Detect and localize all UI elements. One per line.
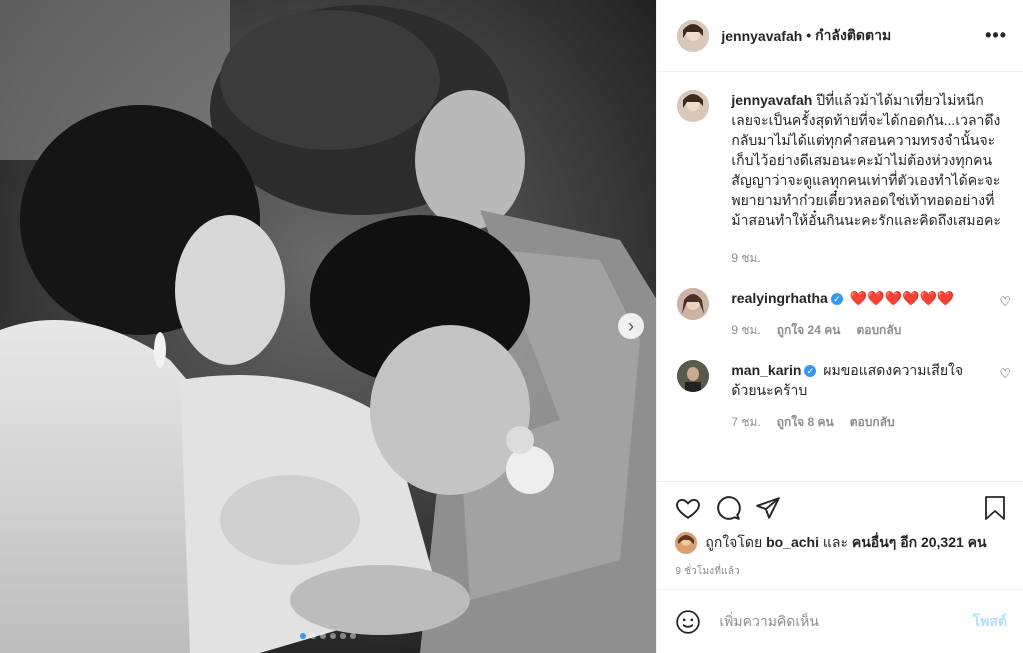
post-side-panel: jennyavafah • กำลังติดตาม ••• jennyavafa… [656, 0, 1023, 653]
post-time-ago[interactable]: 9 ชั่วโมงที่แล้ว [675, 564, 1007, 579]
carousel-next-button[interactable]: › [618, 313, 644, 339]
carousel-dots [0, 633, 656, 639]
comment-likes[interactable]: ถูกใจ 8 คน [777, 412, 834, 432]
post-photo[interactable]: › [0, 0, 657, 653]
carousel-dot [330, 633, 337, 639]
comment-username[interactable]: man_karin [731, 362, 801, 378]
comment-meta: 9 ชม. ถูกใจ 24 คน ตอบกลับ [731, 320, 971, 340]
comment-input[interactable]: เพิ่มความคิดเห็น [719, 611, 972, 633]
comment-text: ❤️❤️❤️❤️❤️❤️ [849, 290, 955, 306]
post-caption: jennyavafah ปีที่แล้วม้าได้มาเที่ยวไม่หน… [677, 90, 1003, 268]
action-icons [675, 492, 1007, 524]
liked-by-others[interactable]: คนอื่นๆ อีก 20,321 คน [852, 534, 987, 550]
comment-time: 9 ชม. [731, 323, 761, 337]
comment-body: realyingrhatha ✓ ❤️❤️❤️❤️❤️❤️ 9 ชม. ถูกใจ… [731, 288, 971, 340]
comment-item: man_karin ✓ ผมขอแสดงความเสียใจด้วยนะคร้าบ… [677, 360, 1011, 432]
commenter-avatar[interactable] [677, 360, 710, 392]
liked-by-prefix: ถูกใจโดย [705, 534, 763, 550]
comments-list: jennyavafah ปีที่แล้วม้าได้มาเที่ยวไม่หน… [657, 72, 1023, 481]
author-avatar[interactable] [677, 19, 710, 52]
liked-by: ถูกใจโดย bo_achi และ คนอื่นๆ อีก 20,321 … [675, 532, 1007, 554]
comment-item: realyingrhatha ✓ ❤️❤️❤️❤️❤️❤️ 9 ชม. ถูกใจ… [677, 288, 1011, 340]
emoji-icon[interactable] [675, 609, 701, 635]
comment-meta: 7 ชม. ถูกใจ 8 คน ตอบกลับ [731, 412, 971, 432]
comment-icon[interactable] [715, 495, 742, 521]
comment-likes[interactable]: ถูกใจ 24 คน [777, 320, 841, 340]
verified-badge-icon: ✓ [804, 365, 817, 378]
caption-body: jennyavafah ปีที่แล้วม้าได้มาเที่ยวไม่หน… [731, 90, 1003, 268]
photo-image [0, 0, 657, 653]
carousel-dot [340, 633, 347, 639]
commenter-avatar[interactable] [677, 288, 710, 320]
caption-text: ปีที่แล้วม้าได้มาเที่ยวไม่หนีก เลยจะเป็น… [731, 92, 1001, 228]
heart-icon[interactable] [675, 495, 701, 521]
liker-avatar[interactable] [675, 532, 698, 554]
instagram-post-view: › jennyavafah • กำลังติดตาม ••• jennyava… [0, 0, 1023, 653]
caption-time: 9 ชม. [731, 251, 761, 265]
carousel-dot [300, 633, 307, 639]
chevron-right-icon: › [628, 315, 634, 336]
follow-status[interactable]: • กำลังติดตาม [806, 25, 891, 47]
carousel-dot [350, 633, 357, 639]
comment-time: 7 ชม. [731, 415, 761, 429]
more-horizontal-icon[interactable]: ••• [985, 25, 1007, 46]
carousel-dot [310, 633, 317, 639]
verified-badge-icon: ✓ [830, 293, 843, 306]
post-comment-button[interactable]: โพสต์ [973, 611, 1007, 633]
liked-by-user[interactable]: bo_achi [766, 534, 819, 550]
carousel-dot [320, 633, 327, 639]
caption-username[interactable]: jennyavafah [731, 92, 812, 108]
share-icon[interactable] [755, 495, 781, 521]
comment-username[interactable]: realyingrhatha [731, 290, 827, 306]
liked-by-text: ถูกใจโดย bo_achi และ คนอื่นๆ อีก 20,321 … [705, 532, 986, 554]
post-header: jennyavafah • กำลังติดตาม ••• [657, 0, 1023, 72]
reply-button[interactable]: ตอบกลับ [856, 320, 901, 340]
post-actions: ถูกใจโดย bo_achi และ คนอื่นๆ อีก 20,321 … [657, 481, 1023, 589]
bookmark-icon[interactable] [983, 495, 1007, 521]
add-comment-bar: เพิ่มความคิดเห็น โพสต์ [657, 589, 1023, 653]
comment-body: man_karin ✓ ผมขอแสดงความเสียใจด้วยนะคร้าบ… [731, 360, 971, 432]
liked-by-and: และ [822, 534, 848, 550]
reply-button[interactable]: ตอบกลับ [850, 412, 895, 432]
author-avatar[interactable] [677, 90, 710, 122]
comment-like-heart-icon[interactable]: ♡ [999, 366, 1011, 382]
comment-like-heart-icon[interactable]: ♡ [999, 294, 1011, 310]
author-username[interactable]: jennyavafah [721, 28, 802, 44]
